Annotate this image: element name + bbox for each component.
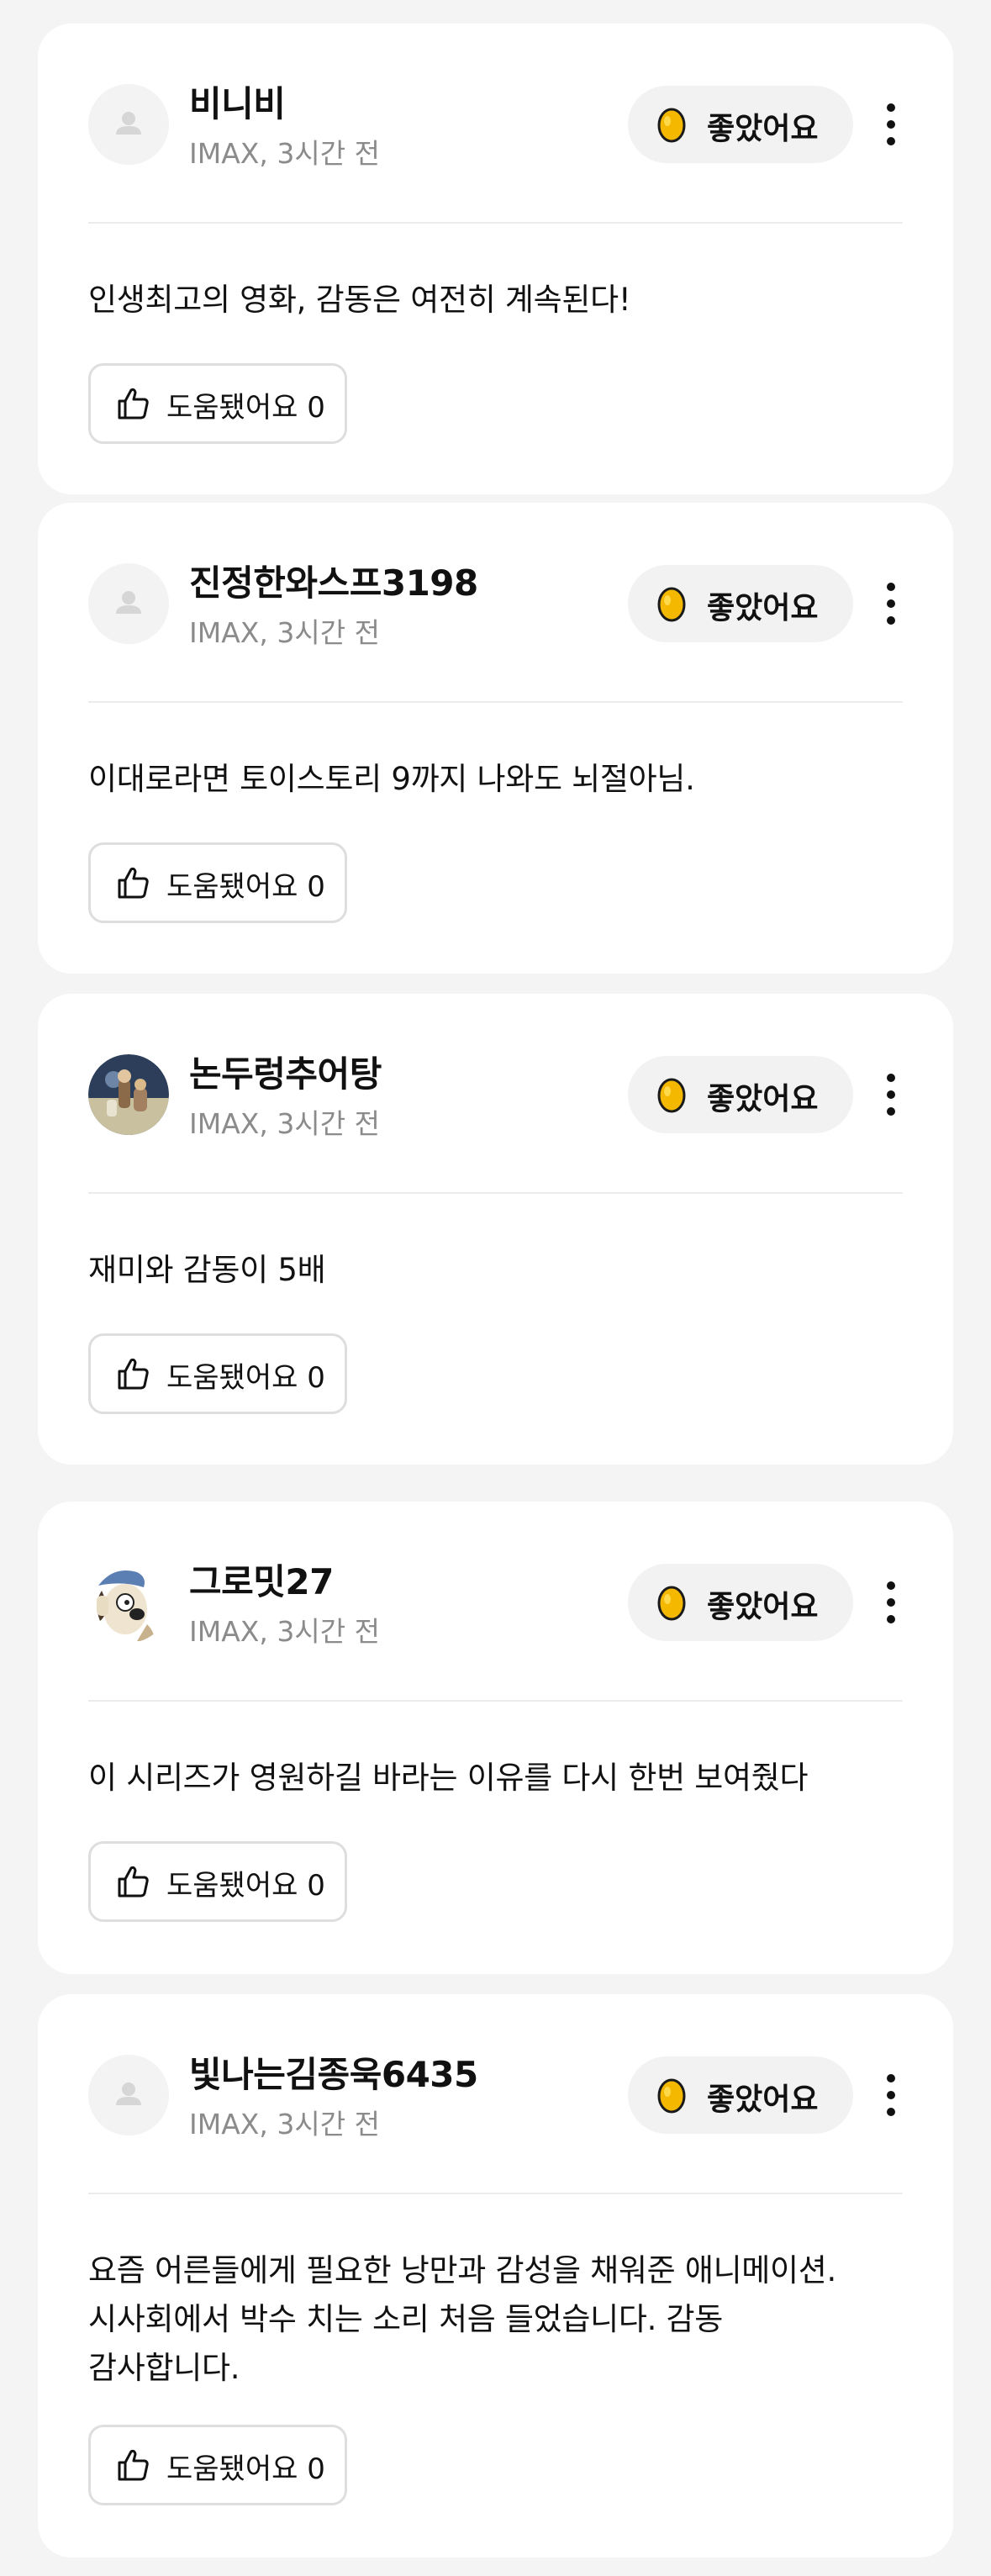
divider bbox=[88, 1700, 903, 1702]
helpful-button[interactable]: 도움됐어요 0 bbox=[88, 363, 347, 444]
golden-egg-icon bbox=[656, 584, 687, 623]
default-user-icon[interactable] bbox=[88, 84, 169, 165]
reaction-badge: 좋았어요 bbox=[628, 1056, 853, 1133]
golden-egg-icon bbox=[656, 1583, 687, 1622]
more-options-icon[interactable] bbox=[878, 580, 904, 627]
character-avatar[interactable] bbox=[88, 1562, 169, 1643]
review-card: 그로밋27 IMAX, 3시간 전 좋았어요 이 시리즈가 영원하길 바라는 이… bbox=[38, 1502, 953, 1974]
thumbs-up-icon bbox=[116, 386, 151, 421]
more-options-icon[interactable] bbox=[878, 101, 904, 148]
divider bbox=[88, 1192, 903, 1194]
default-user-icon[interactable] bbox=[88, 563, 169, 644]
reaction-badge: 좋았어요 bbox=[628, 86, 853, 163]
review-text: 재미와 감동이 5배 bbox=[88, 1252, 326, 1288]
golden-egg-icon bbox=[656, 105, 687, 144]
helpful-label: 도움됐어요 0 bbox=[166, 1869, 325, 1903]
golden-egg-icon bbox=[656, 2076, 687, 2114]
helpful-button[interactable]: 도움됐어요 0 bbox=[88, 1841, 347, 1922]
review-text: 요즘 어른들에게 필요한 낭만과 감성을 채워준 애니메이션. 시사회에서 박수… bbox=[88, 2246, 895, 2393]
review-meta: IMAX, 3시간 전 bbox=[189, 616, 380, 649]
review-text: 이대로라면 토이스토리 9까지 나와도 뇌절아님. bbox=[88, 761, 695, 797]
helpful-label: 도움됐어요 0 bbox=[166, 1361, 325, 1395]
review-text-line: 요즘 어른들에게 필요한 낭만과 감성을 채워준 애니메이션. bbox=[88, 2252, 836, 2288]
thumbs-up-icon bbox=[116, 1356, 151, 1391]
thumbs-up-icon bbox=[116, 2447, 151, 2483]
review-meta: IMAX, 3시간 전 bbox=[189, 1107, 380, 1140]
review-meta: IMAX, 3시간 전 bbox=[189, 1615, 380, 1648]
review-card: 논두렁추어탕 IMAX, 3시간 전 좋았어요 재미와 감동이 5배 도움됐어요… bbox=[38, 994, 953, 1465]
reaction-label: 좋았어요 bbox=[707, 1590, 819, 1624]
reaction-label: 좋았어요 bbox=[707, 112, 819, 146]
helpful-label: 도움됐어요 0 bbox=[166, 870, 325, 904]
review-text-line: 시사회에서 박수 치는 소리 처음 들었습니다. 감동 bbox=[88, 2301, 724, 2337]
review-text: 인생최고의 영화, 감동은 여전히 계속된다! bbox=[88, 282, 631, 318]
helpful-button[interactable]: 도움됐어요 0 bbox=[88, 2425, 347, 2505]
review-meta: IMAX, 3시간 전 bbox=[189, 2108, 380, 2141]
photo-avatar[interactable] bbox=[88, 1054, 169, 1135]
reaction-badge: 좋았어요 bbox=[628, 1564, 853, 1641]
reaction-badge: 좋았어요 bbox=[628, 565, 853, 642]
more-options-icon[interactable] bbox=[878, 1579, 904, 1626]
reaction-badge: 좋았어요 bbox=[628, 2056, 853, 2134]
review-username[interactable]: 그로밋27 bbox=[189, 1554, 334, 1605]
review-meta: IMAX, 3시간 전 bbox=[189, 137, 380, 170]
helpful-button[interactable]: 도움됐어요 0 bbox=[88, 842, 347, 923]
reaction-label: 좋았어요 bbox=[707, 591, 819, 626]
review-card: 빛나는김종욱6435 IMAX, 3시간 전 좋았어요 요즘 어른들에게 필요한… bbox=[38, 1994, 953, 2558]
thumbs-up-icon bbox=[116, 865, 151, 900]
helpful-label: 도움됐어요 0 bbox=[166, 2452, 325, 2486]
reaction-label: 좋았어요 bbox=[707, 2082, 819, 2117]
more-options-icon[interactable] bbox=[878, 1071, 904, 1118]
divider bbox=[88, 701, 903, 703]
more-options-icon[interactable] bbox=[878, 2072, 904, 2119]
review-card: 비니비 IMAX, 3시간 전 좋았어요 인생최고의 영화, 감동은 여전히 계… bbox=[38, 24, 953, 494]
reaction-label: 좋았어요 bbox=[707, 1082, 819, 1116]
review-text-line: 감사합니다. bbox=[88, 2350, 240, 2386]
default-user-icon[interactable] bbox=[88, 2055, 169, 2135]
helpful-button[interactable]: 도움됐어요 0 bbox=[88, 1333, 347, 1414]
divider bbox=[88, 2193, 903, 2194]
divider bbox=[88, 222, 903, 224]
review-text: 이 시리즈가 영원하길 바라는 이유를 다시 한번 보여줬다 bbox=[88, 1760, 809, 1796]
thumbs-up-icon bbox=[116, 1864, 151, 1899]
review-username[interactable]: 진정한와스프3198 bbox=[189, 555, 478, 606]
review-username[interactable]: 비니비 bbox=[189, 76, 286, 127]
golden-egg-icon bbox=[656, 1075, 687, 1114]
review-username[interactable]: 빛나는김종욱6435 bbox=[189, 2046, 478, 2098]
review-username[interactable]: 논두렁추어탕 bbox=[189, 1046, 382, 1097]
review-card: 진정한와스프3198 IMAX, 3시간 전 좋았어요 이대로라면 토이스토리 … bbox=[38, 503, 953, 974]
helpful-label: 도움됐어요 0 bbox=[166, 391, 325, 425]
